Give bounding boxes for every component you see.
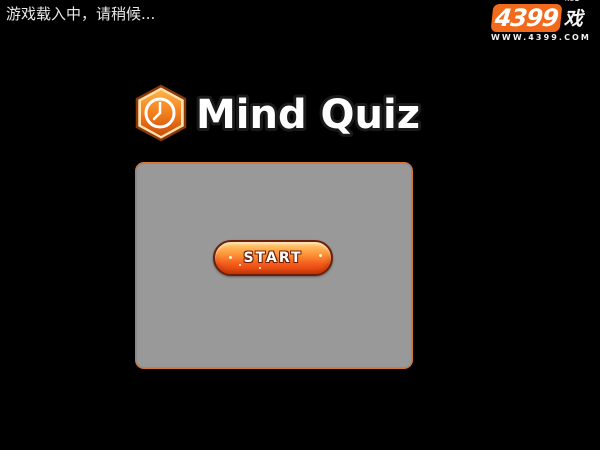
- game-logo: Mind Quiz: [132, 84, 432, 144]
- brand-number: 4399: [490, 4, 563, 32]
- sparkle-decoration: [259, 267, 261, 269]
- sparkle-decoration: [319, 254, 322, 257]
- brand-url: WWW.4399.COM: [491, 33, 591, 42]
- clock-icon: [135, 84, 187, 142]
- game-title-text: Mind Quiz: [196, 92, 420, 138]
- sparkle-decoration: [229, 256, 232, 259]
- sparkle-decoration: [239, 264, 241, 266]
- brand-logo[interactable]: 4399 游戏 WWW.4399.COM: [490, 0, 596, 44]
- loading-status-text: 游戏载入中，请稍候...: [6, 5, 156, 23]
- game-title: Mind Quiz: [194, 89, 423, 141]
- brand-wordmark: 4399 游戏: [490, 0, 596, 32]
- start-panel: START: [135, 162, 413, 369]
- brand-cn-name: 游戏: [563, 0, 583, 30]
- start-button-label: START: [243, 250, 303, 266]
- start-button[interactable]: START: [213, 240, 333, 276]
